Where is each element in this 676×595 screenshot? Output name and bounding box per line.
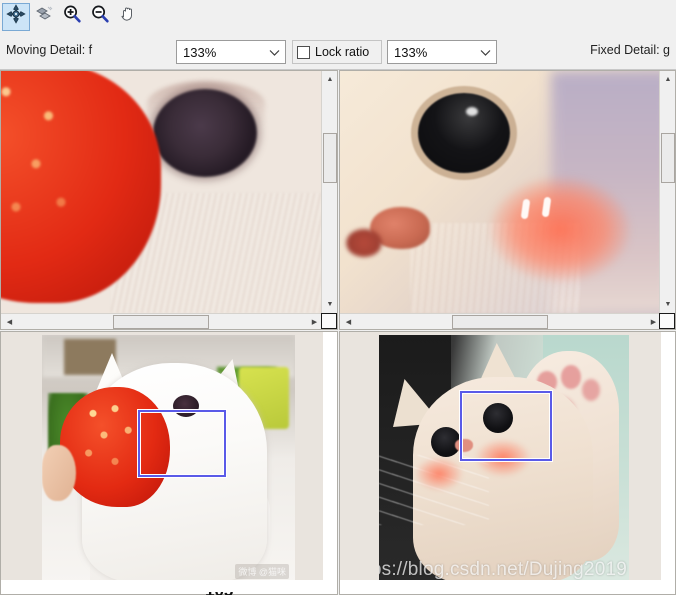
move-tool-button[interactable] — [2, 2, 30, 31]
right-arrow-glyph: ▶ — [311, 318, 318, 326]
fixed-detail-image — [340, 71, 661, 313]
chevron-down-icon[interactable] — [474, 41, 496, 63]
moving-detail-panel[interactable]: ▲ ▼ ◀ ▶ — [0, 70, 338, 330]
fixed-selection-rectangle[interactable] — [459, 390, 553, 462]
scrollbar-corner — [321, 313, 337, 329]
toolbar — [0, 0, 676, 33]
fixed-overview-panel[interactable]: https://blog.csdn.net/Dujing2019 — [339, 331, 676, 595]
moving-zoom-combobox[interactable]: 133% — [176, 40, 286, 64]
vertical-scrollbar-thumb[interactable] — [661, 133, 675, 183]
fixed-detail-label: Fixed Detail: g — [590, 43, 670, 57]
lock-ratio-label: Lock ratio — [315, 45, 370, 59]
lock-ratio-checkbox[interactable] — [297, 45, 310, 59]
up-arrow-glyph: ▲ — [326, 76, 334, 83]
horizontal-scrollbar-thumb[interactable] — [113, 315, 209, 329]
moving-overview-canvas[interactable]: 微博 @猫咪 — [1, 332, 323, 580]
moving-detail-label: Moving Detail: f — [6, 43, 93, 57]
scroll-left-button[interactable]: ◀ — [340, 314, 357, 329]
scrollbar-corner — [659, 313, 675, 329]
horizontal-scrollbar-thumb[interactable] — [452, 315, 548, 329]
panel-grid: ▲ ▼ ◀ ▶ ▲ ▼ ◀ ▶ 微博 @猫咪 s://blog.csdn.net… — [0, 70, 676, 595]
horizontal-scrollbar[interactable]: ◀ ▶ — [340, 313, 662, 329]
lock-ratio-checkbox-group[interactable]: Lock ratio — [292, 40, 382, 64]
zoom-in-icon — [62, 4, 82, 29]
moving-zoom-value: 133% — [183, 44, 217, 60]
scroll-down-button[interactable]: ▼ — [322, 296, 337, 313]
horizontal-scrollbar[interactable]: ◀ ▶ — [1, 313, 323, 329]
fixed-overview-image[interactable]: https://blog.csdn.net/Dujing2019 — [379, 335, 629, 580]
hand-icon — [118, 4, 138, 29]
moving-detail-canvas[interactable] — [1, 71, 323, 313]
scroll-left-button[interactable]: ◀ — [1, 314, 18, 329]
moving-selection-rectangle[interactable] — [137, 409, 227, 478]
left-arrow-glyph: ◀ — [6, 318, 13, 326]
left-arrow-glyph: ◀ — [345, 318, 352, 326]
fixed-overview-canvas[interactable]: https://blog.csdn.net/Dujing2019 — [340, 332, 661, 580]
moving-overview-panel[interactable]: 微博 @猫咪 — [0, 331, 338, 595]
layers-icon — [34, 4, 54, 29]
fixed-zoom-value: 133% — [394, 44, 428, 60]
up-arrow-glyph: ▲ — [664, 76, 672, 83]
moving-detail-image — [1, 71, 323, 313]
zoom-out-icon — [90, 4, 110, 29]
fixed-detail-panel[interactable]: ▲ ▼ ◀ ▶ — [339, 70, 676, 330]
down-arrow-glyph: ▼ — [326, 301, 334, 308]
zoom-in-tool-button[interactable] — [58, 3, 86, 31]
fixed-zoom-combobox[interactable]: 133% — [387, 40, 497, 64]
zoom-out-tool-button[interactable] — [86, 3, 114, 31]
vertical-scrollbar[interactable]: ▲ ▼ — [321, 71, 337, 313]
weibo-watermark: 微博 @猫咪 — [235, 564, 289, 579]
scroll-up-button[interactable]: ▲ — [660, 71, 675, 88]
options-bar: Moving Detail: f 133% Lock ratio 133% Fi… — [0, 33, 676, 70]
vertical-scrollbar[interactable]: ▲ ▼ — [659, 71, 675, 313]
csdn-watermark: https://blog.csdn.net/Dujing2019 — [379, 559, 627, 580]
scroll-up-button[interactable]: ▲ — [322, 71, 337, 88]
chevron-down-icon[interactable] — [263, 41, 285, 63]
scroll-down-button[interactable]: ▼ — [660, 296, 675, 313]
four-arrow-move-icon — [6, 4, 26, 29]
down-arrow-glyph: ▼ — [664, 301, 672, 308]
layers-tool-button[interactable] — [30, 3, 58, 31]
moving-overview-image[interactable]: 微博 @猫咪 — [42, 335, 295, 580]
vertical-scrollbar-thumb[interactable] — [323, 133, 337, 183]
right-arrow-glyph: ▶ — [650, 318, 657, 326]
fixed-detail-canvas[interactable] — [340, 71, 661, 313]
pan-tool-button[interactable] — [114, 3, 142, 31]
